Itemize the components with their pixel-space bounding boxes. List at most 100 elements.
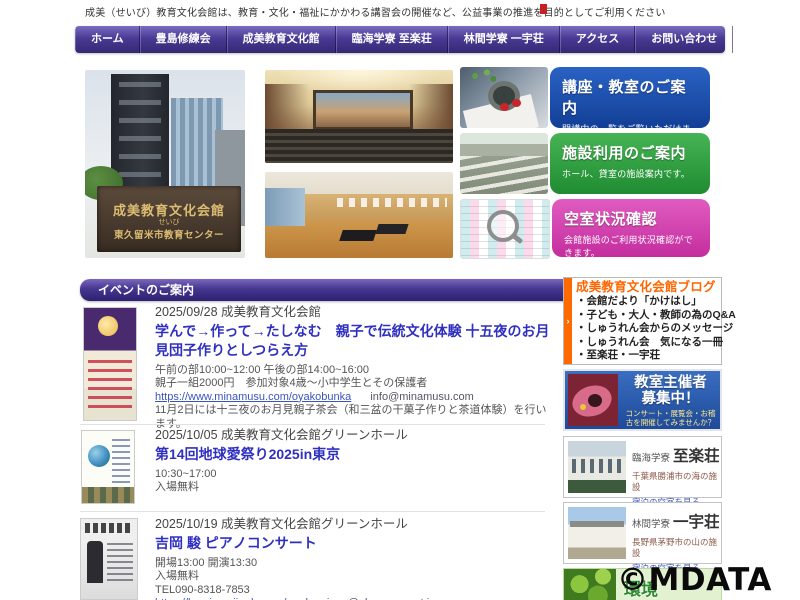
poster-photo-band [82, 487, 134, 503]
hall-seats [265, 129, 453, 163]
red-flower [500, 103, 509, 111]
flower-vase-photo [460, 67, 548, 128]
red-marker [540, 4, 547, 14]
event2-time: 10:30~17:00 [155, 468, 217, 480]
globe-graphic [88, 445, 110, 467]
event2-title-link[interactable]: 第14回地球愛祭り2025in東京 [155, 445, 557, 464]
green-sprig [470, 69, 496, 83]
page: 成美（せいび）教育文化会館は、教育・文化・福祉にかかわる講習会の開催など、公益事… [0, 0, 800, 600]
building-sign: 成美教育文化会館 せいび 東久留米市教育センター [97, 186, 241, 252]
divider [80, 424, 545, 425]
event1-date: 2025/09/28 成美教育文化会館 [155, 305, 322, 319]
nav-item-access[interactable]: アクセス [559, 26, 636, 53]
event1: 2025/09/28 成美教育文化会館 学んで→作って→たしなむ 親子で伝統文化… [155, 304, 557, 431]
promo-facility-title: 施設利用のご案内 [562, 145, 687, 162]
sign-line1: 成美教育文化会館 [112, 203, 225, 218]
event1-fee: 親子一組2000円 参加対象4歳～小中学生とその保護者 [155, 377, 428, 390]
site-tagline: 成美（せいび）教育文化会館は、教育・文化・福祉にかかわる講習会の開催など、公益事… [85, 8, 666, 19]
event3-admission: 入場無料 [155, 570, 199, 583]
nav-item-toshima-shurenkai[interactable]: 豊島修練会 [139, 26, 227, 53]
event2-poster-thumbnail[interactable] [81, 430, 135, 504]
event2-admission: 入場無料 [155, 481, 199, 494]
lodge-card-shirakuso: 臨海学寮至楽荘 千葉県勝浦市の海の施設 宿泊の空室を見る [563, 436, 722, 507]
moon-graphic [98, 316, 118, 336]
leaves-photo [564, 569, 616, 600]
hall-stage-screen [313, 90, 413, 130]
red-flower [512, 99, 521, 107]
lobby-bench [339, 230, 377, 241]
desks [460, 156, 548, 194]
hall-photo [265, 70, 453, 163]
building-photo: 成美教育文化会館 せいび 東久留米市教育センター [85, 70, 245, 258]
blog-title: 成美教育文化会館ブログ [576, 280, 716, 294]
lodge-category: 林間学寮 [632, 519, 671, 530]
classroom-photo [460, 133, 548, 194]
recruit-banner[interactable]: 教室主催者 募集中！ コンサート・展覧会・お稽古を開催してみませんか？ [563, 369, 722, 431]
blog-link-lodges[interactable]: ・至楽荘・一宇荘 [576, 349, 721, 363]
events-header-label: イベントのご案内 [98, 283, 195, 297]
recruit-subtext: コンサート・展覧会・お稽古を開催してみませんか？ [625, 409, 716, 427]
nav-item-ichiuso[interactable]: 林間学寮 一宇荘 [447, 26, 560, 53]
nav-filler [733, 26, 735, 53]
lobby-bench [375, 224, 409, 234]
poster-title-band [85, 523, 133, 533]
building-windows [572, 459, 622, 473]
shirakuso-photo [568, 441, 626, 493]
event1-contact-line: https://www.minamusu.com/oyakobunka info… [155, 391, 557, 404]
blog-box: › 成美教育文化会館ブログ ・会館だより「かけはし」 ・子ども・大人・教師の為の… [563, 277, 736, 365]
recruit-line2: 募集中！ [641, 391, 700, 407]
lodge-description: 千葉県勝浦市の海の施設 [632, 471, 718, 492]
main-nav: ホーム 豊島修練会 成美教育文化館 臨海学寮 至楽荘 林間学寮 一宇荘 アクセス… [75, 26, 735, 53]
blog-link-books[interactable]: ・しゅうれん会 気になる一冊 [576, 336, 723, 350]
lodge-description: 長野県茅野市の山の施設 [632, 537, 718, 558]
promo-facility-subtitle: ホール、貸室の施設案内です。 [562, 169, 690, 179]
nav-item-contact[interactable]: お問い合わせ [635, 26, 734, 53]
watermark: ©MDATA [617, 562, 772, 598]
palette-dot [580, 404, 586, 410]
pianist-silhouette [87, 541, 103, 583]
nav-item-home[interactable]: ホーム [75, 26, 140, 53]
ichiuso-photo [568, 507, 626, 559]
promo-facility-banner[interactable]: 施設利用のご案内 ホール、貸室の施設案内です。 [460, 133, 710, 194]
event1-title-link[interactable]: 学んで→作って→たしなむ 親子で伝統文化体験 十五夜のお月見団子作りとしつらえ方 [155, 322, 557, 360]
event3-date: 2025/10/19 成美教育文化会館グリーンホール [155, 517, 408, 531]
chevron-right-icon: › [566, 316, 570, 326]
divider [80, 511, 545, 512]
promo-courses-title: 講座・教室のご案内 [562, 79, 687, 117]
event3: 2025/10/19 成美教育文化会館グリーンホール 吉岡 駿 ピアノコンサート… [155, 516, 557, 600]
hero-panel: 成美教育文化会館 せいび 東久留米市教育センター 講座・教室のご案内 開講中の一… [75, 60, 725, 260]
calendar-photo [460, 199, 550, 259]
lobby-picture-frames [337, 198, 447, 207]
blog-link-kakehashi[interactable]: ・会館だより「かけはし」 [576, 295, 721, 309]
poster-text-lines [88, 360, 132, 414]
blog-link-qa[interactable]: ・子ども・大人・教師の為のQ&A [576, 309, 736, 323]
lodge-category: 臨海学寮 [632, 453, 671, 464]
promo-vacancy-subtitle: 会館施設のご利用状況確認ができます。 [564, 235, 693, 258]
promo-courses-banner[interactable]: 講座・教室のご案内 開講中の一覧をご覧いただけます。 [460, 67, 710, 147]
palette-hole [588, 394, 602, 407]
lobby-photo [265, 172, 453, 258]
event1-url-link[interactable]: https://www.minamusu.com/oyakobunka [155, 391, 351, 403]
poster-text-lines [107, 543, 133, 583]
event1-poster-thumbnail[interactable] [83, 307, 137, 421]
nav-item-seibi-bunkakan[interactable]: 成美教育文化館 [226, 26, 336, 53]
nav-item-shirakuso[interactable]: 臨海学寮 至楽荘 [335, 26, 448, 53]
event2-date: 2025/10/05 成美教育文化会館グリーンホール [155, 428, 408, 442]
blog-accent-bar[interactable]: › [564, 278, 572, 364]
lodge-card-ichiuso: 林間学寮一宇荘 長野県茅野市の山の施設 宿泊の空室を見る [563, 502, 722, 573]
event1-email: info@minamusu.com [370, 390, 474, 403]
sign-line2: 東久留米市教育センター [113, 230, 224, 241]
sign-furigana: せいび [158, 219, 180, 226]
event1-time: 午前の部10:00~12:00 午後の部14:00~16:00 [155, 364, 370, 376]
event3-time: 開場13:00 開演13:30 [155, 557, 258, 569]
blog-link-message[interactable]: ・しゅうれん会からのメッセージ [576, 322, 733, 336]
building-roof [570, 521, 624, 527]
lobby-glass-wall [265, 188, 305, 226]
palette-photo [568, 374, 618, 426]
event2: 2025/10/05 成美教育文化会館グリーンホール 第14回地球愛祭り2025… [155, 427, 557, 495]
event3-poster-thumbnail[interactable] [80, 518, 138, 600]
promo-vacancy-banner[interactable]: 空室状況確認 会館施設のご利用状況確認ができます。 [460, 199, 710, 259]
event3-title-link[interactable]: 吉岡 駿 ピアノコンサート [155, 534, 557, 553]
lodge-name: 一宇荘 [673, 514, 720, 531]
lodge-name: 至楽荘 [673, 448, 720, 465]
